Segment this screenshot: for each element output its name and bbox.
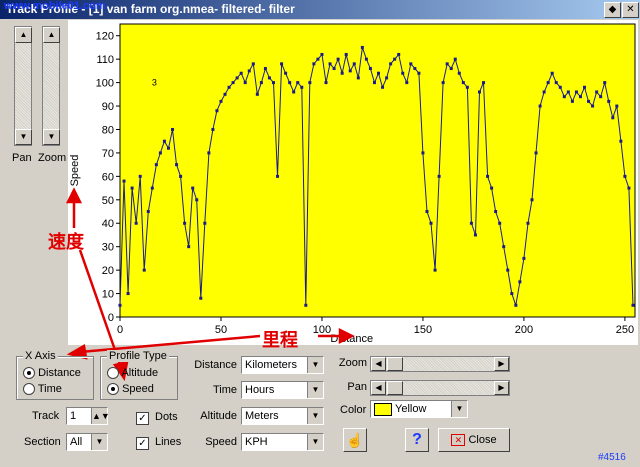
lines-checkbox[interactable]: ✓: [136, 437, 149, 450]
speed-unit-value: KPH: [245, 436, 268, 448]
section-select[interactable]: All ▼: [66, 433, 108, 451]
altitude-unit-select[interactable]: Meters ▼: [241, 407, 324, 425]
profile-type-group-title: Profile Type: [107, 350, 169, 362]
profile-speed-radio[interactable]: Speed: [107, 383, 154, 396]
track-value: 1: [70, 410, 77, 422]
radio-icon[interactable]: [23, 383, 35, 396]
zoom-slider[interactable]: ◀ ▶: [370, 356, 510, 372]
corner-tag: #4516: [598, 452, 626, 463]
close-icon: ✕: [451, 434, 466, 447]
dots-label: Dots: [155, 411, 178, 423]
distance-unit-value: Kilometers: [245, 359, 297, 371]
scroll-left-icon[interactable]: ◀: [371, 357, 386, 371]
spin-icon[interactable]: ▲▼: [91, 408, 110, 424]
x-axis-time-label: Time: [37, 383, 62, 395]
chevron-down-icon[interactable]: ▼: [307, 434, 323, 450]
zoom-label: Zoom: [338, 357, 367, 369]
zoom-thumb[interactable]: [387, 357, 403, 371]
color-label: Color: [340, 404, 367, 416]
distance-unit-select[interactable]: Kilometers ▼: [241, 356, 324, 374]
x-axis-distance-label: Distance: [38, 367, 81, 379]
chevron-down-icon[interactable]: ▼: [307, 382, 323, 398]
chevron-down-icon[interactable]: ▼: [307, 408, 323, 424]
track-spinner[interactable]: 1 ▲▼: [66, 407, 110, 425]
scroll-left-icon[interactable]: ◀: [371, 381, 386, 395]
profile-speed-label: Speed: [122, 383, 154, 395]
hand-icon: ☝: [346, 432, 364, 448]
close-button[interactable]: ✕ Close: [438, 428, 510, 452]
section-value: All: [70, 436, 83, 448]
color-swatch: [374, 403, 392, 416]
help-button[interactable]: ?: [405, 428, 429, 452]
time-unit-value: Hours: [245, 384, 275, 396]
pan-label: Pan: [347, 381, 367, 393]
dots-checkbox[interactable]: ✓: [136, 412, 149, 425]
color-value: Yellow: [395, 403, 427, 415]
section-label: Section: [24, 436, 61, 448]
x-axis-distance-radio[interactable]: Distance: [23, 367, 81, 380]
hand-tool-button[interactable]: ☝: [343, 428, 367, 452]
speed-unit-label: Speed: [205, 436, 237, 448]
profile-type-group: Profile Type Altitude Speed: [100, 350, 178, 400]
altitude-unit-value: Meters: [245, 410, 279, 422]
close-button-label: Close: [468, 434, 497, 446]
scroll-right-icon[interactable]: ▶: [494, 381, 509, 395]
x-axis-group: X Axis Distance Time: [16, 350, 94, 400]
radio-icon[interactable]: [107, 383, 119, 396]
color-select[interactable]: Yellow ▼: [370, 400, 468, 418]
x-axis-time-radio[interactable]: Time: [23, 383, 62, 396]
radio-icon[interactable]: [23, 367, 35, 380]
lines-label: Lines: [155, 436, 182, 448]
pan-slider[interactable]: ◀ ▶: [370, 380, 510, 396]
distance-unit-label: Distance: [194, 359, 237, 371]
profile-altitude-label: Altitude: [121, 367, 159, 379]
radio-icon[interactable]: [107, 367, 119, 380]
scroll-right-icon[interactable]: ▶: [494, 357, 509, 371]
altitude-unit-label: Altitude: [200, 410, 237, 422]
chevron-down-icon[interactable]: ▼: [91, 434, 107, 450]
profile-altitude-radio[interactable]: Altitude: [107, 367, 159, 380]
time-unit-select[interactable]: Hours ▼: [241, 381, 324, 399]
chevron-down-icon[interactable]: ▼: [307, 357, 323, 373]
pan-thumb[interactable]: [387, 381, 403, 395]
track-label: Track: [32, 410, 60, 422]
x-axis-group-title: X Axis: [23, 350, 58, 362]
chevron-down-icon[interactable]: ▼: [451, 401, 467, 417]
time-unit-label: Time: [212, 384, 237, 396]
speed-unit-select[interactable]: KPH ▼: [241, 433, 324, 451]
